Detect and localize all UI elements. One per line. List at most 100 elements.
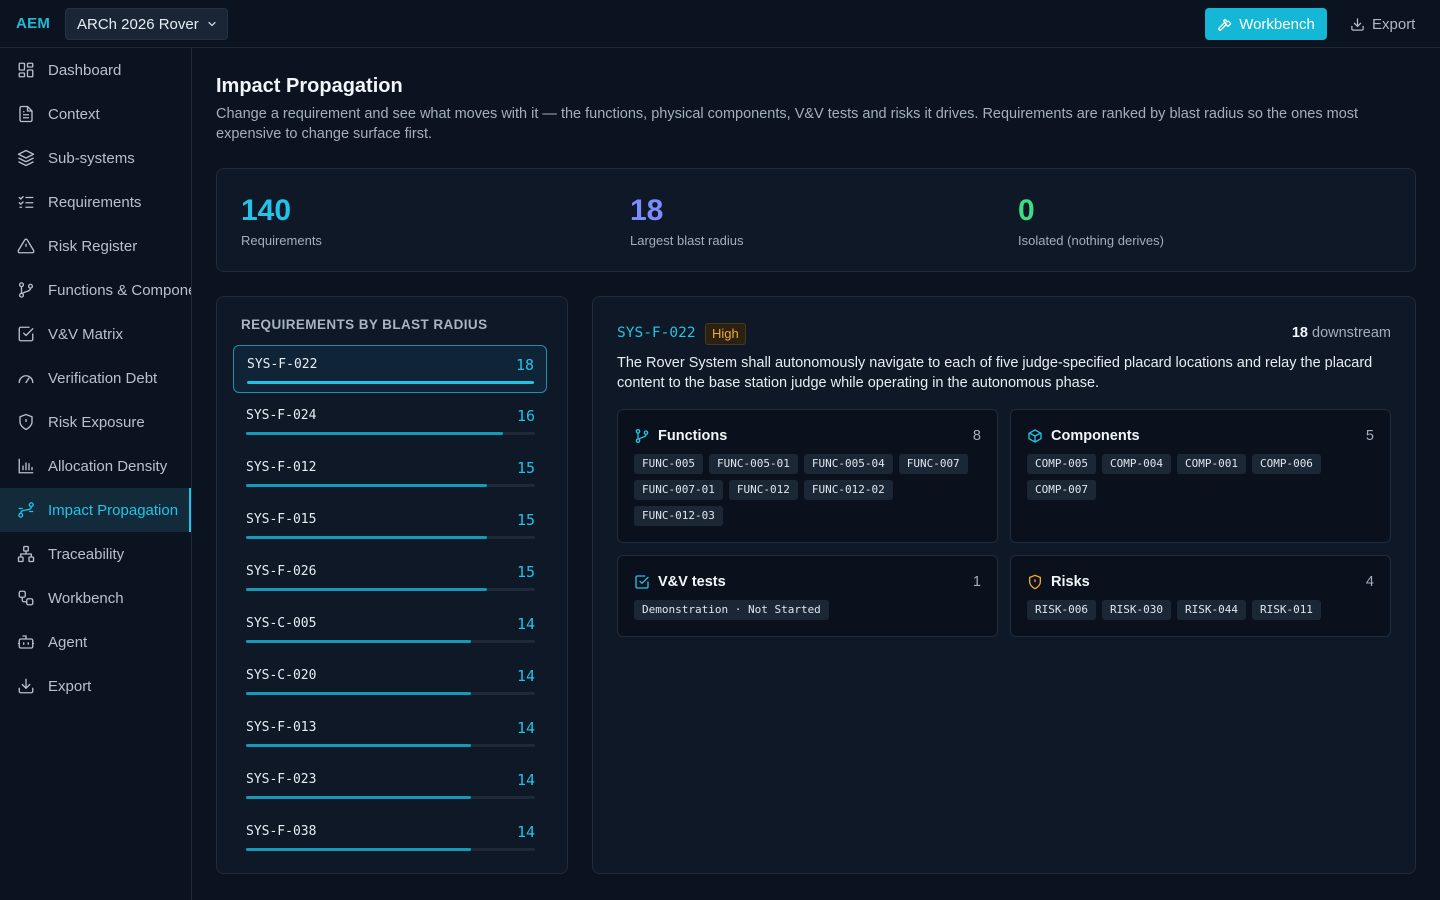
check-square-icon (635, 575, 649, 589)
requirement-row[interactable]: SYS-F-038 14 (233, 813, 547, 861)
component-tag[interactable]: COMP-005 (1027, 454, 1096, 474)
sidebar-item-requirements[interactable]: Requirements (0, 180, 191, 224)
blast-radius-list: REQUIREMENTS BY BLAST RADIUS SYS-F-022 1… (216, 296, 568, 874)
downstream-count: 18 (1291, 325, 1308, 341)
blast-radius-bar (247, 381, 534, 384)
project-selector[interactable]: ARCh 2026 Rover (65, 8, 228, 40)
workbench-button[interactable]: Workbench (1205, 8, 1327, 40)
bar-chart-icon (18, 458, 34, 474)
blast-radius-count: 14 (516, 823, 535, 841)
blast-radius-count: 14 (516, 615, 535, 633)
blast-radius-bar-fill (246, 848, 471, 851)
card-header: Functions (634, 428, 727, 444)
sidebar-item-label: Requirements (48, 193, 142, 211)
requirement-row[interactable]: SYS-C-020 14 (233, 657, 547, 705)
blast-radius-bar-fill (246, 536, 487, 539)
blast-radius-bar-fill (246, 744, 471, 747)
sidebar-item-label: Export (48, 677, 92, 695)
box-icon (1028, 429, 1042, 443)
sidebar-item-label: Verification Debt (48, 369, 158, 387)
function-tag[interactable]: FUNC-005 (634, 454, 703, 474)
sidebar-item-label: Allocation Density (48, 457, 168, 475)
workflow-icon (18, 590, 34, 606)
page-title: Impact Propagation (216, 75, 403, 97)
sidebar-item-agent[interactable]: Agent (0, 620, 191, 664)
requirement-id: SYS-F-012 (246, 460, 317, 475)
function-tag[interactable]: FUNC-012-02 (803, 480, 893, 500)
dashboard-icon (18, 62, 34, 78)
requirement-id: SYS-F-026 (246, 564, 317, 579)
brand-logo[interactable]: AEM (16, 15, 50, 32)
export-label: Export (1372, 15, 1416, 33)
export-button[interactable]: Export (1350, 8, 1420, 40)
sidebar-item-label: Traceability (48, 545, 125, 563)
requirement-row[interactable]: SYS-F-012 15 (233, 449, 547, 497)
sidebar-item-functions-components[interactable]: Functions & Components (0, 268, 191, 312)
requirement-row[interactable]: SYS-F-015 15 (233, 501, 547, 549)
function-tag[interactable]: FUNC-005-04 (803, 454, 893, 474)
sidebar-item-export[interactable]: Export (0, 664, 191, 708)
blast-radius-count: 15 (516, 459, 535, 477)
sidebar-item-allocation-density[interactable]: Allocation Density (0, 444, 191, 488)
risk-tag[interactable]: RISK-030 (1101, 600, 1171, 620)
sidebar-item-verification-debt[interactable]: Verification Debt (0, 356, 191, 400)
requirement-row[interactable]: SYS-F-013 14 (233, 709, 547, 757)
sidebar-item-label: Risk Register (48, 237, 138, 255)
vv-test-tag[interactable]: Demonstration · Not Started (634, 600, 829, 620)
function-tag[interactable]: FUNC-007-01 (634, 480, 723, 500)
function-tag[interactable]: FUNC-012 (728, 480, 798, 500)
component-tag[interactable]: COMP-007 (1027, 480, 1096, 500)
risk-tag[interactable]: RISK-044 (1176, 600, 1246, 620)
sidebar-item-impact-propagation[interactable]: Impact Propagation (0, 488, 191, 532)
chevron-down-icon (208, 21, 216, 27)
function-tag[interactable]: FUNC-005-01 (708, 454, 798, 474)
sidebar-item-sub-systems[interactable]: Sub-systems (0, 136, 191, 180)
requirement-row[interactable]: SYS-F-023 14 (233, 761, 547, 809)
vv-tests-card: V&V tests 1 Demonstration · Not Started (617, 555, 998, 637)
sidebar-item-dashboard[interactable]: Dashboard (0, 48, 191, 92)
card-header: Risks (1027, 574, 1090, 590)
download-icon (18, 678, 34, 694)
requirement-row[interactable]: SYS-C-005 14 (233, 605, 547, 653)
page-description: Change a requirement and see what moves … (216, 106, 1359, 142)
card-count: 1 (972, 574, 981, 590)
blast-radius-bar-fill (246, 588, 487, 591)
check-square-icon (18, 326, 34, 342)
detail-requirement-id: SYS-F-022 (617, 325, 696, 341)
layers-icon (17, 149, 35, 167)
risks-tags: RISK-006 RISK-030 RISK-044 RISK-011 (1027, 600, 1374, 620)
sidebar-item-label: Agent (48, 633, 88, 651)
blast-radius-bar-fill (246, 432, 503, 435)
function-tag[interactable]: FUNC-007 (898, 454, 968, 474)
sidebar-item-workbench[interactable]: Workbench (0, 576, 191, 620)
blast-radius-bar (246, 796, 535, 799)
sidebar-item-risk-register[interactable]: Risk Register (0, 224, 191, 268)
component-tag[interactable]: COMP-001 (1176, 454, 1246, 474)
card-title: Risks (1051, 574, 1090, 590)
requirement-row[interactable]: SYS-F-026 15 (233, 553, 547, 601)
requirement-row[interactable]: SYS-F-024 16 (233, 397, 547, 445)
blast-radius-bar-fill (246, 692, 471, 695)
sidebar-item-label: V&V Matrix (48, 325, 124, 343)
sidebar-item-risk-exposure[interactable]: Risk Exposure (0, 400, 191, 444)
downstream-label: downstream (1312, 325, 1391, 341)
blast-radius-bar (246, 848, 535, 851)
function-tag[interactable]: FUNC-012-03 (634, 506, 723, 526)
component-tag[interactable]: COMP-006 (1251, 454, 1321, 474)
risk-tag[interactable]: RISK-011 (1251, 600, 1321, 620)
sidebar-item-label: Context (48, 105, 100, 123)
requirement-id: SYS-F-013 (246, 720, 317, 735)
list-title: REQUIREMENTS BY BLAST RADIUS (241, 317, 488, 332)
risk-tag[interactable]: RISK-006 (1027, 600, 1096, 620)
sidebar-item-vv-matrix[interactable]: V&V Matrix (0, 312, 191, 356)
blast-radius-bar-fill (246, 640, 471, 643)
sidebar-item-label: Functions & Components (48, 281, 191, 299)
component-tag[interactable]: COMP-004 (1101, 454, 1171, 474)
requirement-row[interactable]: SYS-F-022 18 (233, 345, 547, 393)
sidebar-item-traceability[interactable]: Traceability (0, 532, 191, 576)
sidebar-item-context[interactable]: Context (0, 92, 191, 136)
priority-badge: High (705, 323, 746, 345)
blast-radius-bar (246, 640, 535, 643)
hammer-icon (1218, 18, 1232, 31)
risks-card: Risks 4 RISK-006 RISK-030 RISK-044 RISK-… (1010, 555, 1391, 637)
